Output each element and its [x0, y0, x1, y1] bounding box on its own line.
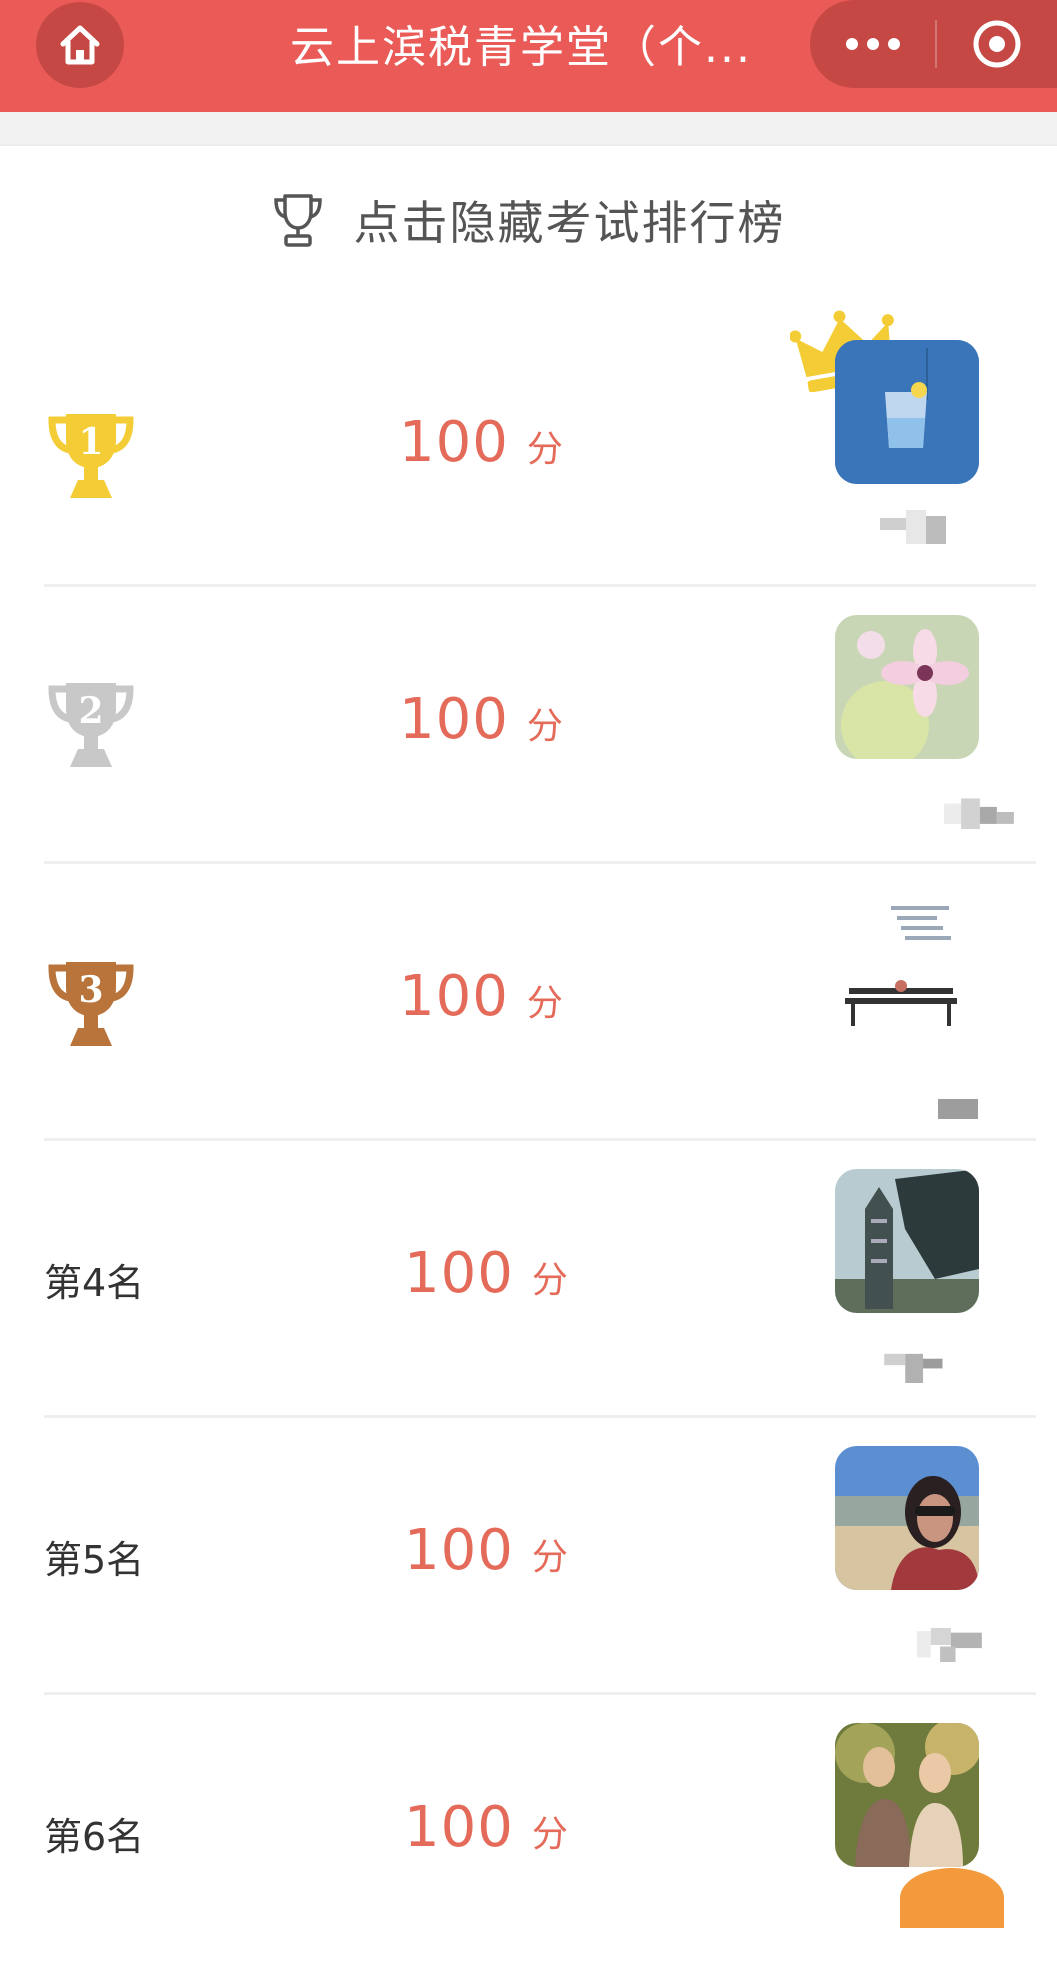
score-unit: 分 — [531, 1260, 568, 1301]
avatar-image — [835, 1169, 979, 1313]
score-unit: 分 — [531, 1814, 568, 1855]
leaderboard-row: 2 100 分 — [44, 587, 1036, 864]
avatar — [835, 1169, 979, 1313]
avatar — [835, 892, 979, 1036]
score-unit: 分 — [526, 429, 563, 470]
svg-text:1: 1 — [78, 421, 103, 463]
score: 100 分 — [404, 1241, 568, 1321]
score-unit: 分 — [526, 983, 563, 1024]
page-title: 云上滨税青学堂（个... — [290, 22, 752, 73]
home-button[interactable] — [36, 2, 124, 88]
avatar-image — [835, 1723, 979, 1867]
score: 100 分 — [399, 687, 563, 767]
trophy-outline-icon — [273, 194, 322, 247]
score: 100 分 — [399, 410, 563, 490]
avatar — [835, 615, 979, 759]
avatar — [835, 1723, 979, 1867]
svg-text:3: 3 — [78, 969, 103, 1011]
score: 100 分 — [404, 1795, 568, 1875]
home-icon — [60, 25, 100, 65]
floating-action-button[interactable] — [900, 1868, 1004, 1928]
more-dots-icon — [845, 38, 900, 50]
leaderboard-row: 第6名 100 分 — [44, 1695, 1036, 1972]
score-value: 100 — [404, 1241, 514, 1306]
leaderboard-row: 第4名 100 分 — [44, 1141, 1036, 1418]
leaderboard-row: 1 100 分 — [44, 310, 1036, 587]
score-value: 100 — [404, 1795, 514, 1860]
rank-label: 第4名 — [44, 1261, 145, 1305]
more-button[interactable] — [810, 0, 935, 88]
score: 100 分 — [399, 964, 563, 1044]
avatar-image — [835, 340, 979, 484]
score-value: 100 — [399, 687, 509, 752]
gold-trophy-icon: 1 — [48, 414, 134, 498]
target-close-icon — [973, 20, 1021, 68]
bronze-trophy-icon: 3 — [48, 962, 134, 1046]
avatar — [835, 1446, 979, 1590]
avatar-image — [835, 1446, 979, 1590]
header-divider-strip — [0, 112, 1057, 146]
nickname-blurred — [916, 1628, 982, 1662]
nickname-blurred — [944, 798, 1014, 829]
avatar-image — [835, 615, 979, 759]
score: 100 分 — [404, 1518, 568, 1598]
toggle-leaderboard[interactable]: 点击隐藏考试排行榜 — [0, 180, 1057, 260]
score-value: 100 — [399, 410, 509, 475]
score-unit: 分 — [531, 1537, 568, 1578]
nickname-blurred — [880, 510, 946, 544]
svg-text:2: 2 — [78, 690, 103, 732]
rank-label: 第6名 — [44, 1815, 145, 1859]
leaderboard-row: 第5名 100 分 — [44, 1418, 1036, 1695]
score-unit: 分 — [526, 706, 563, 747]
mini-program-capsule — [810, 0, 1057, 88]
score-value: 100 — [399, 964, 509, 1029]
rank-label: 第5名 — [44, 1538, 145, 1582]
toggle-leaderboard-label: 点击隐藏考试排行榜 — [353, 196, 786, 250]
nickname-blurred — [884, 1353, 943, 1383]
avatar-image — [835, 892, 979, 1036]
leaderboard-row: 3 100 分 — [44, 864, 1036, 1141]
silver-trophy-icon: 2 — [48, 683, 134, 767]
score-value: 100 — [404, 1518, 514, 1583]
nickname-blurred — [938, 1099, 978, 1119]
title-bar: 云上滨税青学堂（个... — [0, 0, 1057, 112]
avatar — [835, 340, 979, 484]
close-button[interactable] — [937, 0, 1057, 88]
